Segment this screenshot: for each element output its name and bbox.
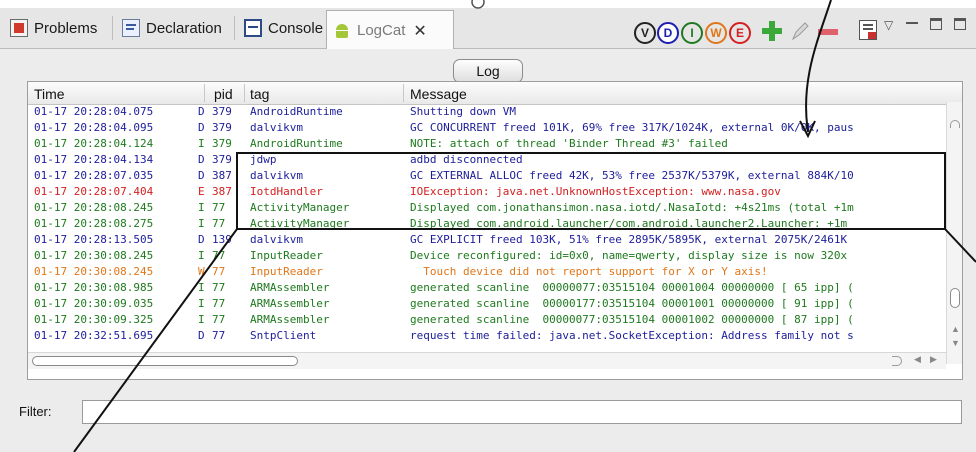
callout-arrow: [805, 0, 832, 133]
highlight-rectangle: [236, 152, 946, 230]
callout-line: [73, 228, 238, 452]
callout-line: [944, 228, 976, 263]
annotation-overlay: [73, 0, 976, 452]
callout-circle-icon: [471, 0, 485, 9]
